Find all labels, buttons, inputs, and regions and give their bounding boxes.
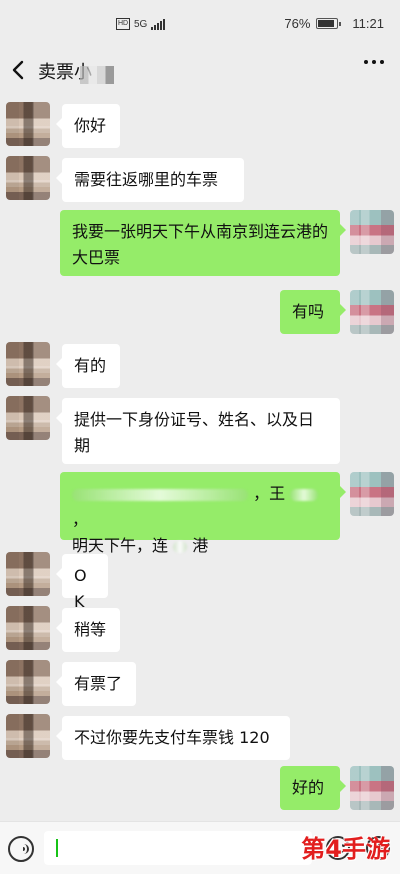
contact-avatar [6, 102, 50, 146]
message-text: 提供一下身份证号、姓名、以及日期 [74, 410, 315, 455]
message-row: 有票了 [0, 660, 400, 706]
message-text: 需要往返哪里的车票 [74, 170, 219, 189]
redacted-place [173, 540, 188, 553]
message-row: OK [0, 552, 400, 611]
watermark: 第4手游 [301, 835, 390, 863]
message-bubble[interactable]: 我要一张明天下午从南京到连云港的大巴票 [60, 210, 346, 276]
message-bubble[interactable]: 不过你要先支付车票钱 120 [56, 716, 290, 760]
message-row: 有吗 [0, 290, 400, 334]
user-avatar [350, 290, 394, 334]
message-row: 我要一张明天下午从南京到连云港的大巴票 [0, 210, 400, 276]
message-bubble[interactable]: 提供一下身份证号、姓名、以及日期 [56, 398, 340, 464]
message-row: 需要往返哪里的车票 [0, 156, 400, 202]
contact-avatar [6, 606, 50, 650]
message-bubble[interactable]: 需要往返哪里的车票 [56, 158, 244, 202]
message-row: 稍等 [0, 606, 400, 652]
title-blur [80, 66, 114, 84]
message-text: 不过你要先支付车票钱 120 [74, 728, 270, 747]
user-avatar [350, 766, 394, 810]
message-text: ，王 [253, 484, 286, 503]
user-avatar [350, 472, 394, 516]
message-row: 你好 [0, 102, 400, 148]
text-caret [56, 839, 58, 857]
battery-icon [316, 18, 342, 29]
message-bubble[interactable]: 稍等 [56, 608, 120, 652]
more-icon[interactable] [364, 60, 384, 64]
chat-header: 卖票小 [0, 52, 400, 92]
message-text: 有吗 [292, 302, 325, 321]
battery-label: 76% [284, 16, 311, 31]
redacted-id [72, 488, 248, 501]
message-text: ， [72, 510, 89, 529]
status-bar: HD 5G 76% 11:21 [0, 0, 400, 52]
contact-avatar [6, 552, 50, 596]
message-bubble[interactable]: 有票了 [56, 662, 136, 706]
message-bubble[interactable]: ，王 ， 明天下午，连 港 [60, 472, 346, 555]
hd-icon: HD [116, 18, 130, 30]
message-row: 提供一下身份证号、姓名、以及日期 [0, 396, 400, 464]
redacted-name [290, 488, 319, 501]
time-label: 11:21 [352, 16, 384, 31]
message-text: 有的 [74, 356, 107, 375]
message-row: 有的 [0, 342, 400, 388]
status-icons: HD 5G [116, 18, 166, 30]
battery-time: 76% 11:21 [284, 16, 384, 31]
contact-avatar [6, 714, 50, 758]
contact-avatar [6, 396, 50, 440]
message-input[interactable] [44, 831, 312, 865]
network-label: 5G [134, 18, 148, 30]
message-text: 稍等 [74, 620, 107, 639]
message-text: 我要一张明天下午从南京到连云港的大巴票 [72, 222, 329, 267]
message-bubble[interactable]: 有的 [56, 344, 120, 388]
signal-icon [151, 18, 166, 30]
message-row: 好的 [0, 766, 400, 810]
message-text: 你好 [74, 116, 107, 135]
message-row: ，王 ， 明天下午，连 港 [0, 472, 400, 555]
message-bubble[interactable]: 你好 [56, 104, 120, 148]
message-bubble[interactable]: OK [56, 554, 108, 611]
voice-icon[interactable] [8, 836, 34, 862]
message-text: 有票了 [74, 674, 123, 693]
contact-avatar [6, 342, 50, 386]
message-text: OK [74, 566, 87, 611]
back-icon[interactable] [8, 58, 30, 82]
user-avatar [350, 210, 394, 254]
message-bubble[interactable]: 好的 [280, 766, 346, 810]
message-text: 好的 [292, 778, 325, 797]
contact-avatar [6, 660, 50, 704]
contact-avatar [6, 156, 50, 200]
message-bubble[interactable]: 有吗 [280, 290, 346, 334]
message-row: 不过你要先支付车票钱 120 [0, 714, 400, 760]
